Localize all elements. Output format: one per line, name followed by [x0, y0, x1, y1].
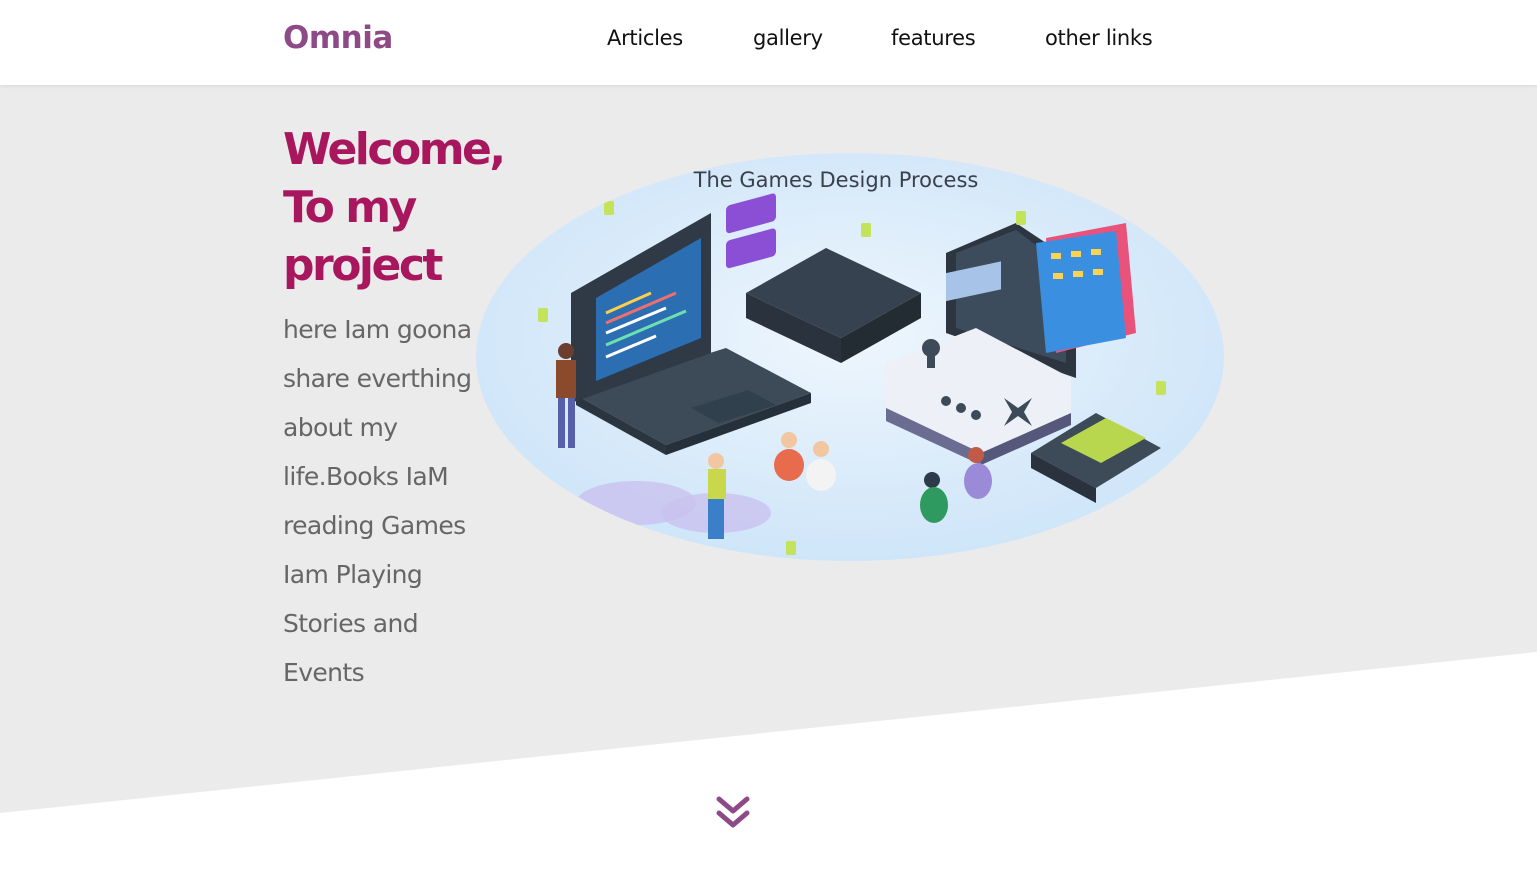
intro-line: share everthing: [283, 364, 472, 393]
illustration-caption: The Games Design Process: [693, 168, 979, 192]
double-chevron-down-icon[interactable]: [714, 793, 752, 833]
nav-link-other-links[interactable]: other links: [1045, 26, 1153, 50]
intro-line: life.Books IaM: [283, 462, 449, 491]
logo[interactable]: Omnia: [283, 20, 393, 56]
game-design-illustration: The Games Design Process: [476, 153, 1224, 561]
heading-line: To my: [283, 182, 417, 233]
nav-link-features[interactable]: features: [891, 26, 976, 50]
intro-line: Events: [283, 658, 365, 687]
intro-text: here Iam goona share everthing about my …: [283, 305, 483, 697]
landing-section: Welcome, To my project here Iam goona sh…: [0, 85, 1537, 871]
welcome-heading: Welcome, To my project: [283, 121, 506, 295]
intro-line: Stories and: [283, 609, 419, 638]
heading-line: project: [283, 240, 443, 291]
heading-line: Welcome,: [283, 124, 506, 175]
intro-line: here Iam goona: [283, 315, 472, 344]
site-header: Omnia Articles gallery features other li…: [0, 0, 1537, 85]
intro-line: Iam Playing: [283, 560, 423, 589]
intro-line: reading Games: [283, 511, 466, 540]
nav-link-gallery[interactable]: gallery: [753, 26, 823, 50]
intro-line: about my: [283, 413, 398, 442]
nav-link-articles[interactable]: Articles: [607, 26, 683, 50]
intro-column: Welcome, To my project here Iam goona sh…: [283, 121, 506, 697]
